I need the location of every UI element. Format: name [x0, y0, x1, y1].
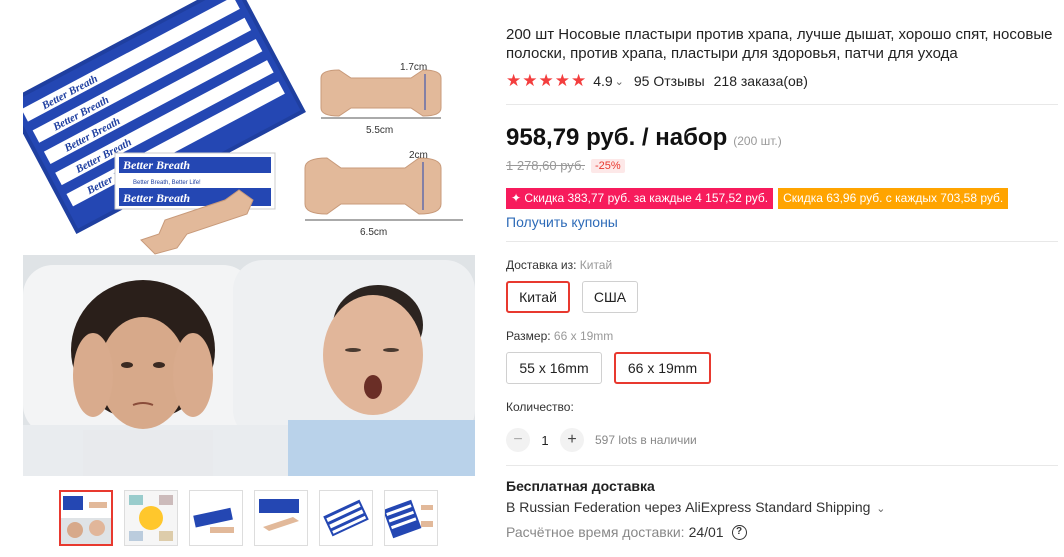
ship-from-option-china[interactable]: Китай — [506, 281, 570, 313]
quantity-label: Количество: — [506, 400, 574, 414]
quantity-minus-button[interactable]: − — [506, 428, 530, 452]
product-title: 200 шт Носовые пластыри против храпа, лу… — [506, 26, 1053, 62]
divider — [506, 465, 1058, 466]
reviews-link[interactable]: 95 Отзывы — [634, 73, 705, 89]
price-row: 958,79 руб. / набор (200 шт.) — [506, 124, 782, 152]
delivery-date: 24/01 — [688, 524, 724, 540]
discount-badge: -25% — [591, 158, 625, 173]
rating-value[interactable]: 4.9 — [593, 73, 612, 89]
ship-from-label: Доставка из: Китай — [506, 258, 613, 272]
divider — [506, 241, 1058, 242]
help-icon[interactable]: ? — [731, 524, 747, 540]
divider — [506, 104, 1058, 105]
product-photo-couple — [23, 255, 475, 476]
thumbnail-2[interactable] — [124, 490, 178, 546]
delivery-estimate: Расчётное время доставки: 24/01 ? — [506, 524, 747, 540]
get-coupons-link[interactable]: Получить купоны — [506, 214, 618, 230]
store-discount-badge[interactable]: ✦ Скидка 383,77 руб. за каждые 4 157,52 … — [506, 188, 774, 209]
seller-discount-badge[interactable]: Скидка 63,96 руб. с каждых 703,58 руб. — [778, 188, 1009, 209]
old-price-row: 1 278,60 руб. -25% — [506, 158, 625, 173]
shipping-title: Бесплатная доставка — [506, 478, 655, 494]
quantity-stepper: − 1 + 597 lots в наличии — [506, 428, 697, 452]
svg-text:Better Breath: Better Breath — [122, 158, 190, 172]
size-selected: 66 x 19mm — [553, 329, 614, 343]
quantity-plus-button[interactable]: + — [560, 428, 584, 452]
thumbnail-5[interactable] — [319, 490, 373, 546]
ship-from-option-usa[interactable]: США — [582, 281, 638, 313]
star-icon: ★★★★★ — [506, 71, 588, 90]
chevron-down-icon[interactable]: ⌄ — [876, 503, 885, 515]
svg-text:6.5cm: 6.5cm — [360, 227, 387, 238]
rating-row: ★★★★★ 4.9 ⌄ 95 Отзывы 218 заказа(ов) — [506, 71, 808, 90]
stock-count: 597 lots в наличии — [595, 433, 697, 447]
svg-text:5.5cm: 5.5cm — [366, 125, 393, 136]
shipping-method[interactable]: В Russian Federation через AliExpress St… — [506, 499, 886, 515]
thumbnail-3[interactable] — [189, 490, 243, 546]
ship-from-selected: Китай — [579, 258, 613, 272]
svg-text:Better Breath, Better Life!: Better Breath, Better Life! — [133, 180, 201, 186]
current-price: 958,79 руб. / набор — [506, 124, 728, 151]
old-price: 1 278,60 руб. — [506, 158, 586, 173]
thumbnail-6[interactable] — [384, 490, 438, 546]
promo-row: ✦ Скидка 383,77 руб. за каждые 4 157,52 … — [506, 188, 1009, 209]
orders-count: 218 заказа(ов) — [713, 73, 808, 89]
price-unit: (200 шт.) — [733, 134, 782, 148]
svg-text:1.7cm: 1.7cm — [400, 62, 427, 73]
svg-text:Better Breath: Better Breath — [122, 191, 190, 205]
size-option-55x16[interactable]: 55 x 16mm — [506, 352, 602, 384]
thumbnail-4[interactable] — [254, 490, 308, 546]
thumbnail-1[interactable] — [59, 490, 113, 546]
chevron-down-icon[interactable]: ⌄ — [615, 75, 624, 88]
quantity-value[interactable]: 1 — [530, 433, 560, 448]
size-option-66x19[interactable]: 66 x 19mm — [614, 352, 711, 384]
product-photo-strips: Better Breath Better Breath Better Breat… — [23, 0, 475, 255]
size-label: Размер: 66 x 19mm — [506, 329, 614, 343]
product-main-image[interactable]: Better Breath Better Breath Better Breat… — [23, 0, 475, 476]
svg-text:2cm: 2cm — [409, 150, 428, 161]
